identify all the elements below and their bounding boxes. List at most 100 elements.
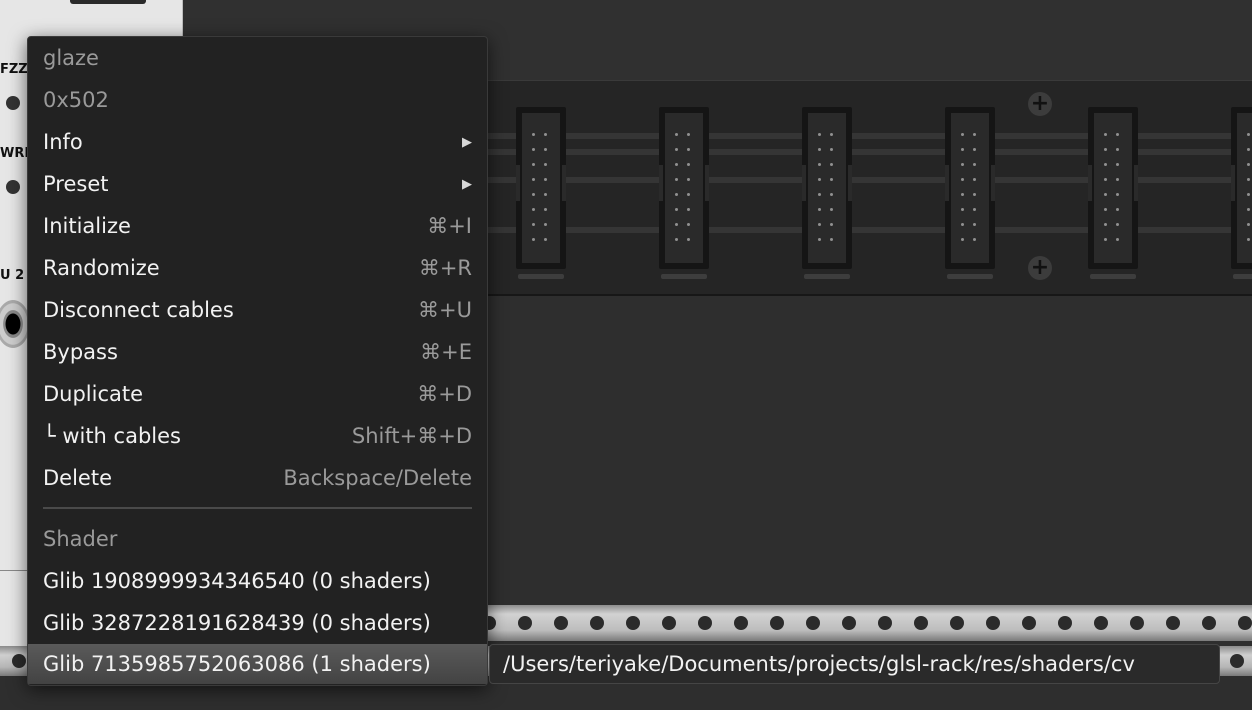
connector-pin: [830, 133, 833, 136]
ribbon-connector: [516, 107, 566, 279]
menu-item-duplicate[interactable]: Duplicate ⌘+D: [28, 373, 487, 415]
connector-pin: [818, 178, 821, 181]
connector-pin: [532, 148, 535, 151]
connector-pin: [961, 178, 964, 181]
tooltip-text: /Users/teriyake/Documents/projects/glsl-…: [503, 652, 1135, 676]
rail-hole: [590, 616, 604, 630]
connector-pin: [830, 163, 833, 166]
menu-item-label: └ with cables: [43, 424, 181, 448]
connector-pin: [532, 163, 535, 166]
menu-section-shader: Shader: [28, 518, 487, 560]
connector-pin: [1116, 163, 1119, 166]
connector-foot: [1233, 274, 1252, 279]
rail-hole: [1130, 616, 1144, 630]
connector-pin: [818, 193, 821, 196]
module-label: FZZ: [0, 62, 28, 77]
menu-item-label: Disconnect cables: [43, 298, 234, 322]
connector-pin: [532, 208, 535, 211]
connector-pin: [1247, 133, 1250, 136]
screw-icon: +: [1028, 92, 1052, 116]
connector-notch: [848, 165, 852, 201]
rail-hole: [698, 616, 712, 630]
menu-item-label: Bypass: [43, 340, 118, 364]
menu-header-id: 0x502: [28, 79, 487, 121]
connector-pin: [830, 223, 833, 226]
chevron-right-icon: ▶: [462, 176, 472, 192]
connector-inner: [665, 113, 703, 263]
connector-pin: [830, 238, 833, 241]
connector-pin: [1247, 208, 1250, 211]
rail-hole: [518, 616, 532, 630]
connector-pin: [973, 133, 976, 136]
connector-pin: [1116, 178, 1119, 181]
connector-inner: [808, 113, 846, 263]
connector-foot: [947, 274, 993, 279]
menu-item-initialize[interactable]: Initialize ⌘+I: [28, 205, 487, 247]
menu-item-disconnect-cables[interactable]: Disconnect cables ⌘+U: [28, 289, 487, 331]
rail-hole: [770, 616, 784, 630]
jack-port[interactable]: [0, 300, 30, 348]
rail-hole: [1022, 616, 1036, 630]
path-tooltip: /Users/teriyake/Documents/projects/glsl-…: [489, 644, 1220, 684]
connector-pin: [818, 133, 821, 136]
connector-pin: [818, 238, 821, 241]
rail-hole: [1230, 654, 1244, 668]
rail-hole: [986, 616, 1000, 630]
menu-item-label: Initialize: [43, 214, 131, 238]
screw-icon: +: [1028, 256, 1052, 280]
connector-pin: [973, 208, 976, 211]
connector-notch: [1231, 165, 1235, 201]
menu-item-shortcut: ⌘+E: [420, 340, 472, 364]
menu-item-shader-lib[interactable]: Glib 1908999934346540 (0 shaders): [28, 560, 487, 602]
connector-pin: [1247, 163, 1250, 166]
rail-hole: [1058, 616, 1072, 630]
module-id: 0x502: [43, 88, 109, 112]
connector-pin: [1116, 193, 1119, 196]
connector-pin: [544, 178, 547, 181]
connector-foot: [804, 274, 850, 279]
connector-pin: [544, 133, 547, 136]
connector-pin: [687, 193, 690, 196]
rail-hole: [1094, 616, 1108, 630]
connector-pin: [961, 223, 964, 226]
connector-pin: [1104, 148, 1107, 151]
menu-item-randomize[interactable]: Randomize ⌘+R: [28, 247, 487, 289]
knob[interactable]: [6, 180, 20, 194]
menu-item-duplicate-with-cables[interactable]: └ with cables Shift+⌘+D: [28, 415, 487, 457]
connector-notch: [705, 165, 709, 201]
connector-pin: [1104, 223, 1107, 226]
connector-pin: [687, 133, 690, 136]
connector-inner: [522, 113, 560, 263]
connector-pin: [1247, 238, 1250, 241]
rail-hole: [806, 616, 820, 630]
connector-pin: [818, 223, 821, 226]
connector-notch: [802, 165, 806, 201]
ribbon-connector: [945, 107, 995, 279]
menu-item-shader-lib[interactable]: Glib 3287228191628439 (0 shaders): [28, 602, 487, 644]
menu-item-preset[interactable]: Preset ▶: [28, 163, 487, 205]
menu-item-info[interactable]: Info ▶: [28, 121, 487, 163]
connector-foot: [661, 274, 707, 279]
connector-pin: [675, 133, 678, 136]
divider: [0, 570, 30, 571]
connector-notch: [562, 165, 566, 201]
rail-hole: [914, 616, 928, 630]
rail-hole: [1166, 616, 1180, 630]
connector-pin: [544, 208, 547, 211]
connector-pin: [1116, 133, 1119, 136]
ribbon-connector: [802, 107, 852, 279]
menu-item-bypass[interactable]: Bypass ⌘+E: [28, 331, 487, 373]
menu-item-label: Preset: [43, 172, 109, 196]
connector-pin: [675, 208, 678, 211]
connector-pin: [544, 163, 547, 166]
connector-notch: [991, 165, 995, 201]
menu-item-shortcut: ⌘+I: [427, 214, 472, 238]
menu-item-shader-lib-hovered[interactable]: Glib 7135985752063086 (1 shaders): [28, 644, 487, 684]
menu-item-label: Glib 1908999934346540 (0 shaders): [43, 569, 431, 593]
connector-pin: [1104, 193, 1107, 196]
connector-pin: [544, 148, 547, 151]
connector-pin: [687, 148, 690, 151]
rail-hole: [662, 616, 676, 630]
menu-item-delete[interactable]: Delete Backspace/Delete: [28, 457, 487, 499]
knob[interactable]: [6, 96, 20, 110]
